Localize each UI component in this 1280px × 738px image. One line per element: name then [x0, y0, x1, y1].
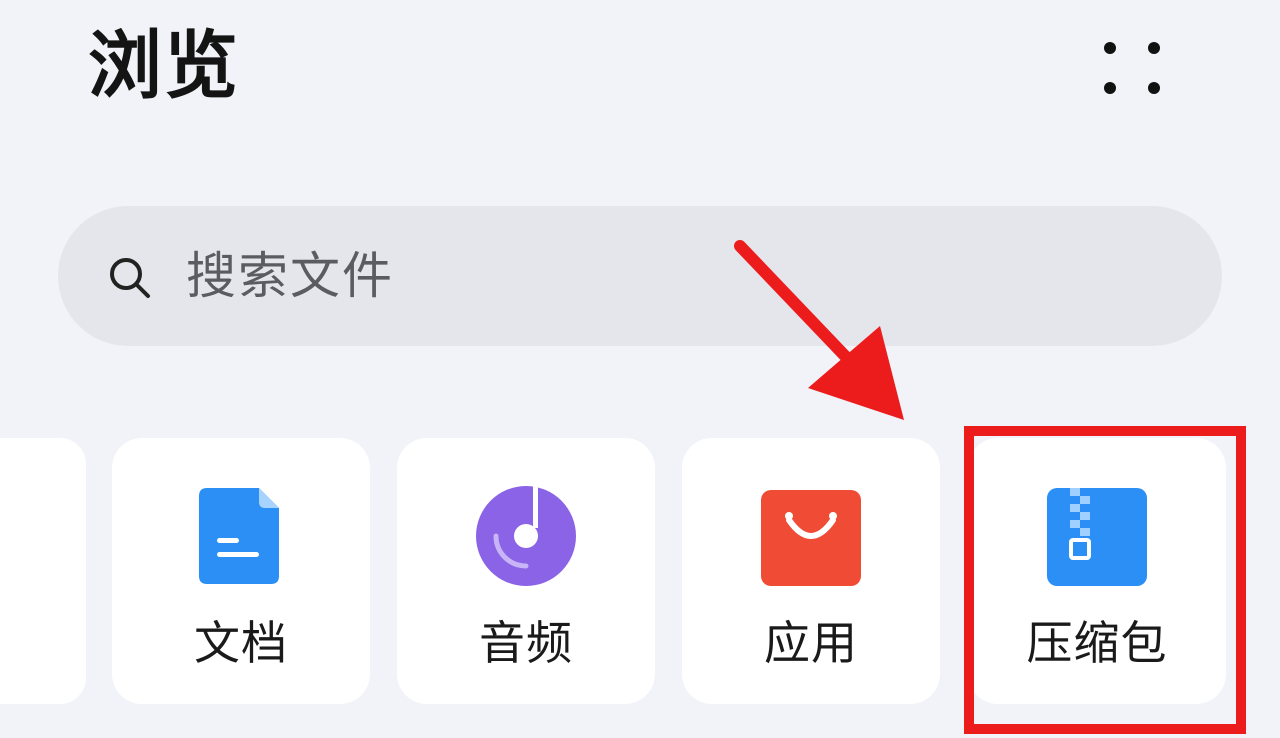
- annotation-arrow: [734, 240, 904, 420]
